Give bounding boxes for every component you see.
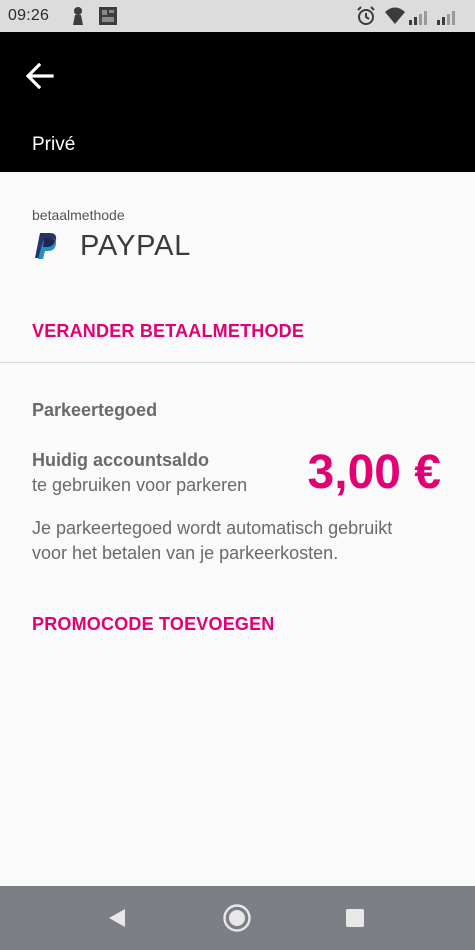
payment-method-label: betaalmethode	[32, 207, 125, 223]
notification-icon	[73, 7, 83, 25]
signal-icon	[437, 11, 455, 25]
navigation-bar	[0, 886, 475, 950]
divider	[0, 362, 475, 363]
back-arrow-icon[interactable]	[22, 58, 58, 94]
paypal-icon	[35, 233, 57, 259]
signal-icon	[409, 11, 427, 25]
home-circle-icon[interactable]	[222, 903, 252, 933]
change-payment-method-button[interactable]: VERANDER BETAALMETHODE	[32, 321, 304, 342]
balance-label: Huidig accountsaldo	[32, 450, 210, 470]
payment-method-name: PAYPAL	[80, 230, 192, 262]
balance-subtitle: te gebruiken voor parkeren	[32, 475, 248, 495]
page-title: Privé	[32, 134, 76, 155]
credit-section-title: Parkeertegoed	[32, 400, 158, 420]
image-icon	[99, 7, 117, 25]
balance-amount: 3,00 €	[307, 446, 441, 499]
recents-square-icon[interactable]	[344, 907, 366, 929]
back-triangle-icon[interactable]	[106, 907, 128, 929]
credit-info-text: Je parkeertegoed wordt automatisch gebru…	[32, 518, 393, 563]
add-promo-code-button[interactable]: PROMOCODE TOEVOEGEN	[32, 614, 275, 635]
app-header: Privé	[0, 32, 475, 172]
status-bar: 09:26	[0, 0, 475, 32]
alarm-icon	[357, 6, 375, 25]
status-time: 09:26	[8, 7, 50, 24]
wifi-icon	[385, 7, 405, 24]
